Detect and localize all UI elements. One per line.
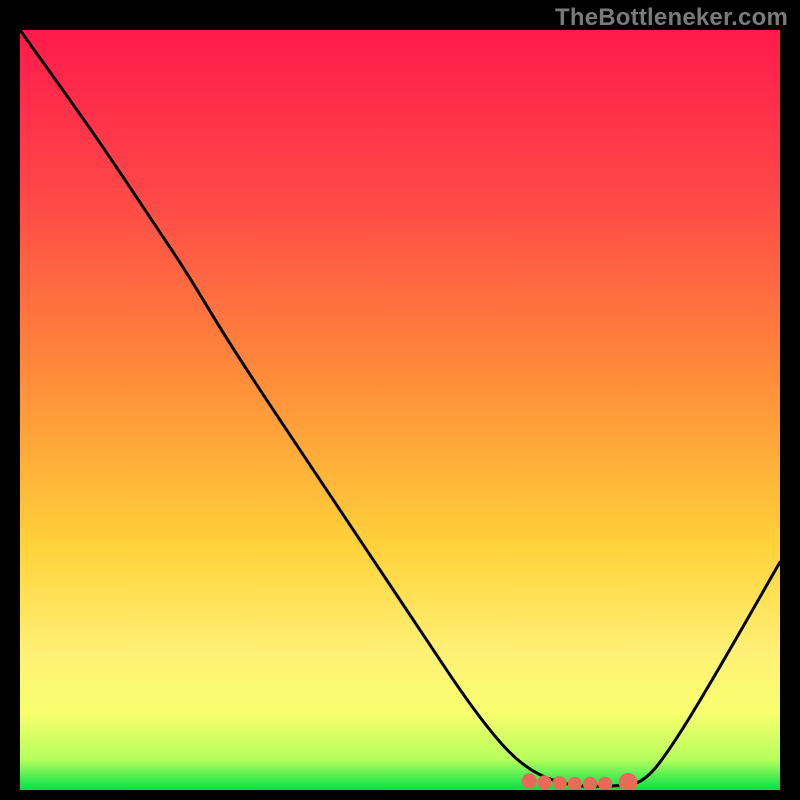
- watermark-text: TheBottleneker.com: [555, 4, 788, 32]
- optimum-marker: [522, 773, 537, 788]
- gradient-background: [20, 30, 780, 790]
- chart-stage: TheBottleneker.com: [0, 0, 800, 800]
- chart-svg: [20, 30, 780, 790]
- optimum-marker: [537, 775, 551, 789]
- optimum-marker: [553, 776, 567, 790]
- plot-area: [20, 30, 780, 790]
